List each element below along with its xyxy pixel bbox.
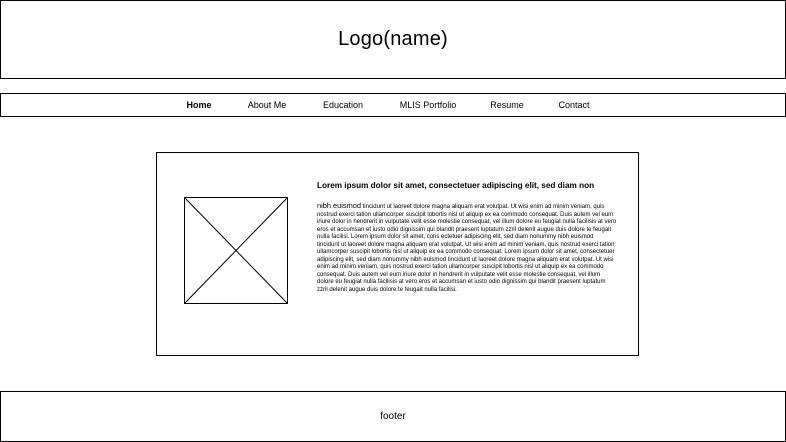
site-header: Logo(name) [0, 0, 786, 79]
nav-item-mlis-portfolio[interactable]: MLIS Portfolio [400, 94, 457, 116]
nav-item-home[interactable]: Home [186, 94, 211, 116]
image-placeholder-icon [184, 197, 288, 304]
nav-item-contact[interactable]: Contact [558, 94, 589, 116]
logo[interactable]: Logo(name) [338, 28, 448, 51]
article-body-text: tincidunt ut laoreet dolore magna aliqua… [317, 204, 617, 293]
nav-item-education[interactable]: Education [323, 94, 363, 116]
article-heading: Lorem ipsum dolor sit amet, consectetuer… [317, 181, 595, 190]
nav-item-resume[interactable]: Resume [490, 94, 524, 116]
nav-item-about-me[interactable]: About Me [248, 94, 287, 116]
footer-text: footer [380, 411, 406, 422]
main-nav: Home About Me Education MLIS Portfolio R… [0, 93, 786, 117]
site-footer: footer [0, 391, 786, 442]
content-card: Lorem ipsum dolor sit amet, consectetuer… [156, 152, 639, 356]
article-body-lead: nibh euismod [317, 201, 361, 210]
article-body: nibh euismod tincidunt ut laoreet dolore… [317, 202, 617, 294]
